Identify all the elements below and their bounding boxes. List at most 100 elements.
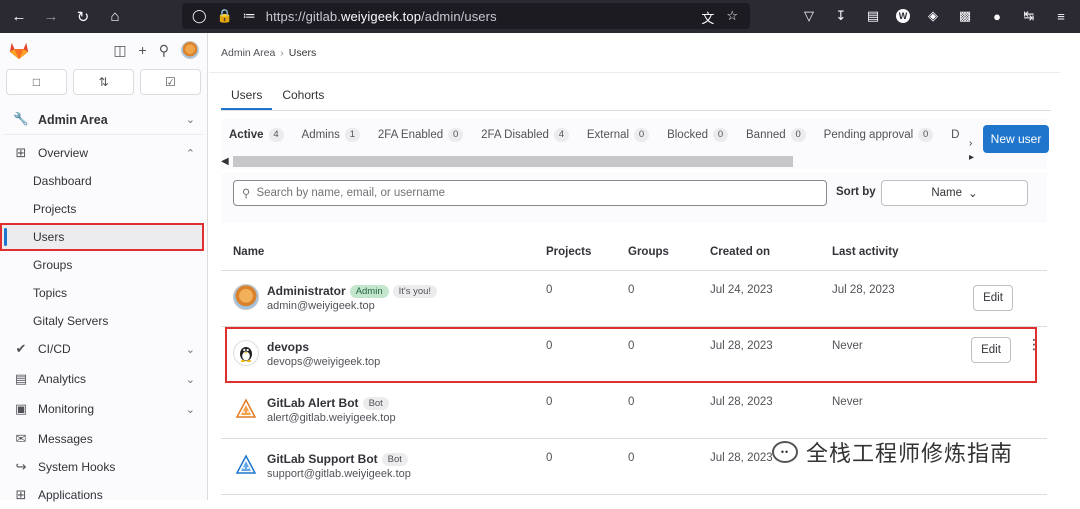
chevron-down-icon: ⌄ xyxy=(968,188,978,200)
chevron-down-icon: ⌄ xyxy=(185,403,195,416)
pocket-icon[interactable]: ▽ xyxy=(800,7,818,25)
sidebar-item-analytics[interactable]: ▤ Analytics ⌄ xyxy=(0,365,207,393)
avatar[interactable] xyxy=(233,340,259,366)
edit-button[interactable]: Edit xyxy=(973,285,1013,311)
sort-value: Name xyxy=(931,187,963,199)
sort-dropdown[interactable]: Name ⌄ xyxy=(881,180,1028,206)
sidebar-item-groups[interactable]: Groups xyxy=(0,251,207,279)
tab-users[interactable]: Users xyxy=(221,88,273,110)
filter-tab-label: 2FA Enabled xyxy=(377,129,444,141)
sidebar-item-system-hooks[interactable]: ↪ System Hooks xyxy=(0,453,207,481)
back-icon[interactable]: ← xyxy=(10,8,28,26)
filter-tab-blocked[interactable]: Blocked 0 xyxy=(667,128,728,142)
horizontal-scrollbar[interactable]: ◀ xyxy=(221,155,986,167)
url-text[interactable]: https://gitlab.weiyigeek.top/admin/users xyxy=(266,9,497,24)
plus-icon[interactable]: + xyxy=(139,42,147,58)
sidebar-item-monitoring[interactable]: ▣ Monitoring ⌄ xyxy=(0,395,207,423)
collapse-sidebar-icon[interactable]: ◫ xyxy=(113,42,126,59)
bookmark-star-icon[interactable]: ☆ xyxy=(726,8,738,27)
search-icon: ⚲ xyxy=(242,188,251,200)
extension-circle-icon[interactable]: ● xyxy=(988,7,1006,25)
count-badge: 4 xyxy=(553,128,569,142)
lock-icon[interactable]: 🔒 xyxy=(217,8,233,24)
filter-bar: ⚲ Search by name, email, or username Sor… xyxy=(221,173,1047,223)
filter-tab-label: Blocked xyxy=(667,129,708,141)
count-badge: 0 xyxy=(790,128,806,142)
reload-icon[interactable]: ↻ xyxy=(74,8,92,26)
filter-tab-admins[interactable]: Admins 1 xyxy=(302,128,360,142)
download-icon[interactable]: ↧ xyxy=(832,7,850,25)
user-email: alert@gitlab.weiyigeek.top xyxy=(267,412,396,424)
scrollbar-thumb[interactable] xyxy=(233,155,793,167)
user-email: support@gitlab.weiyigeek.top xyxy=(267,468,411,480)
sidebar-item-messages[interactable]: ✉ Messages xyxy=(0,425,207,453)
projects-count: 0 xyxy=(546,452,553,464)
sidebar-item-topics[interactable]: Topics xyxy=(0,279,207,307)
sidebar-admin-area[interactable]: 🔧 Admin Area ⌄ xyxy=(4,105,203,135)
shield-icon[interactable]: ◯ xyxy=(192,8,207,24)
menu-icon[interactable]: ≡ xyxy=(1052,7,1070,25)
permissions-icon[interactable]: ≔ xyxy=(243,8,256,24)
more-actions-icon[interactable]: ⋮ xyxy=(1027,337,1041,351)
extension-w-icon[interactable]: W xyxy=(896,9,910,23)
breadcrumb-parent[interactable]: Admin Area xyxy=(221,47,275,59)
filter-tab-pending-approval[interactable]: Pending approval 0 xyxy=(824,128,934,142)
avatar[interactable] xyxy=(233,284,259,310)
merge-request-icon: ⇅ xyxy=(98,75,109,89)
sidebar-item-cicd[interactable]: ✔ CI/CD ⌄ xyxy=(0,335,207,363)
filter-tab-external[interactable]: External 0 xyxy=(587,128,650,142)
sidebar-item-dashboard[interactable]: Dashboard xyxy=(0,167,207,195)
groups-count: 0 xyxy=(628,396,635,408)
sidebar-item-applications[interactable]: ⊞ Applications xyxy=(0,481,207,509)
last-activity: Jul 28, 2023 xyxy=(832,284,895,296)
tab-cohorts[interactable]: Cohorts xyxy=(272,88,334,110)
user-name[interactable]: GitLab Alert Bot xyxy=(267,396,359,410)
search-input[interactable]: ⚲ Search by name, email, or username xyxy=(233,180,827,206)
filter-tab-2fa-disabled[interactable]: 2FA Disabled 4 xyxy=(481,128,569,142)
user-name[interactable]: GitLab Support Bot xyxy=(267,452,378,466)
puzzle-icon[interactable]: ↹ xyxy=(1020,7,1038,25)
issues-button[interactable]: □ xyxy=(6,69,67,95)
table-row: devops devops@weiyigeek.top 0 0 Jul 28, … xyxy=(225,327,1041,383)
filter-tab-2fa-enabled[interactable]: 2FA Enabled 0 xyxy=(377,128,464,142)
home-icon[interactable]: ⌂ xyxy=(106,8,124,26)
user-name[interactable]: Administrator xyxy=(267,284,346,298)
applications-icon: ⊞ xyxy=(15,487,27,502)
extension-blue-icon[interactable]: ▩ xyxy=(956,7,974,25)
scroll-right-small-icon[interactable]: ▸ xyxy=(969,151,974,165)
filter-tab-banned[interactable]: Banned 0 xyxy=(746,128,806,142)
user-name[interactable]: devops xyxy=(267,340,309,354)
filter-tab-d[interactable]: D xyxy=(951,129,959,141)
new-user-button[interactable]: New user xyxy=(983,125,1049,153)
wrench-icon: 🔧 xyxy=(13,112,29,126)
search-icon[interactable]: ⚲ xyxy=(159,42,169,59)
sidebar-item-users[interactable]: Users xyxy=(0,223,204,251)
extension-icon[interactable]: ◈ xyxy=(924,7,942,25)
avatar[interactable] xyxy=(233,396,259,422)
forward-icon[interactable]: → xyxy=(42,8,60,26)
filter-tab-active[interactable]: Active 4 xyxy=(229,128,284,142)
scroll-right-icon[interactable]: › xyxy=(969,137,974,151)
scroll-left-icon[interactable]: ◀ xyxy=(221,156,233,167)
overview-icon: ⊞ xyxy=(15,145,27,160)
sidebar-item-label: CI/CD xyxy=(38,342,71,356)
user-avatar[interactable] xyxy=(181,41,199,59)
sidebar-item-gitaly-servers[interactable]: Gitaly Servers xyxy=(0,307,207,335)
chevron-up-icon: ⌃ xyxy=(185,147,195,160)
scroll-arrows[interactable]: › ▸ xyxy=(969,137,974,165)
translate-icon[interactable]: 文 xyxy=(701,8,714,27)
address-bar[interactable]: ◯ 🔒 ≔ https://gitlab.weiyigeek.top/admin… xyxy=(182,3,750,29)
created-on: Jul 28, 2023 xyxy=(710,340,773,352)
groups-count: 0 xyxy=(628,340,635,352)
avatar[interactable] xyxy=(233,452,259,478)
merge-requests-button[interactable]: ⇅ xyxy=(73,69,134,95)
support-bot-icon xyxy=(235,454,257,474)
gitlab-logo-icon[interactable] xyxy=(8,40,30,60)
sidebar-item-overview[interactable]: ⊞ Overview ⌃ xyxy=(0,139,207,167)
sidebar-item-projects[interactable]: Projects xyxy=(0,195,207,223)
last-activity: Never xyxy=(832,396,863,408)
count-badge: 0 xyxy=(448,128,464,142)
edit-button[interactable]: Edit xyxy=(971,337,1011,363)
reader-icon[interactable]: ▤ xyxy=(864,7,882,25)
todos-button[interactable]: ☑ xyxy=(140,69,201,95)
